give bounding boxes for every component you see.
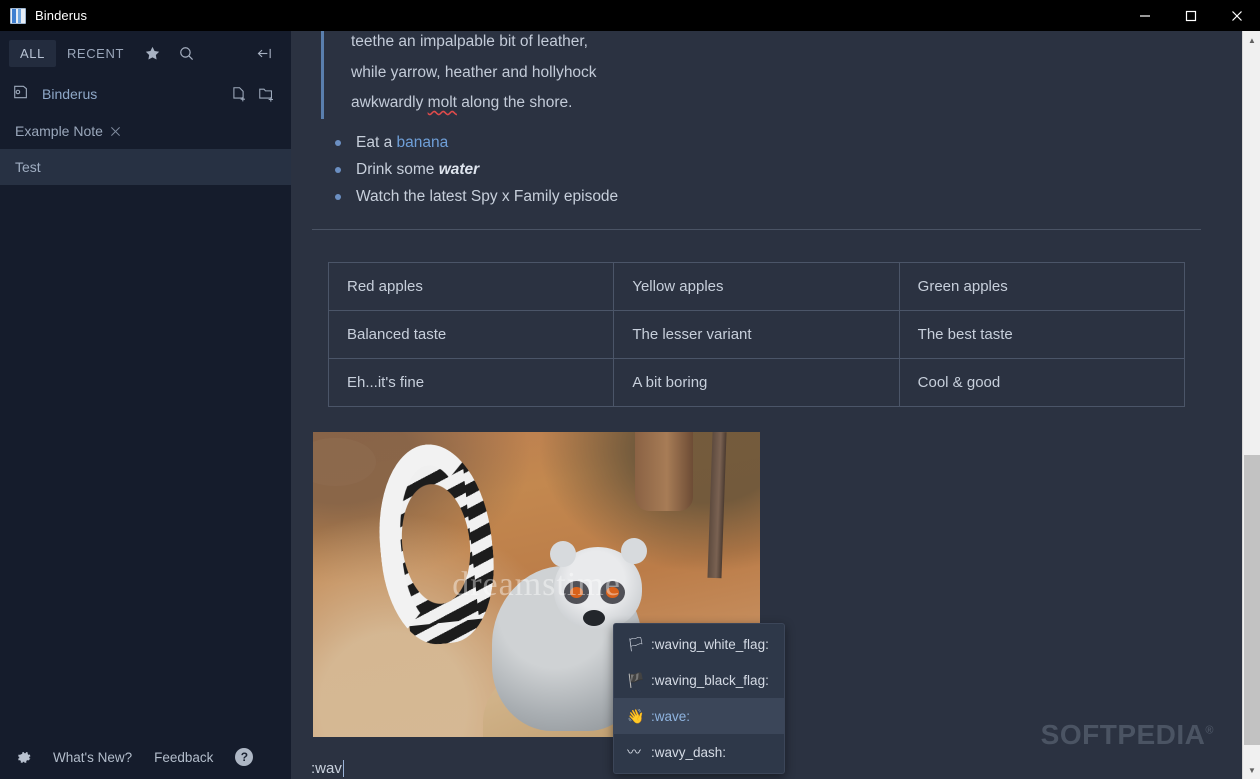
sidebar-tab-all[interactable]: ALL bbox=[9, 39, 56, 67]
search-icon[interactable] bbox=[169, 38, 203, 68]
emoji-autocomplete-popup[interactable]: 🏳 :waving_white_flag: 🏴 :waving_black_fl… bbox=[613, 623, 785, 774]
binder-icon bbox=[10, 7, 26, 24]
blockquote-line-3: awkwardly molt along the shore. bbox=[351, 94, 573, 111]
list-item: Drink some water bbox=[333, 156, 1202, 183]
softpedia-watermark-mark: ® bbox=[1205, 724, 1214, 737]
text-caret bbox=[342, 760, 344, 777]
softpedia-watermark-text: SOFTPEDIA bbox=[1040, 719, 1206, 750]
note-text-input-value: :wav bbox=[311, 760, 342, 777]
lemur-tail bbox=[369, 438, 503, 649]
wavy-dash-icon: 〰 bbox=[627, 744, 641, 760]
wave-icon: 👋 bbox=[627, 707, 645, 724]
waving-black-flag-icon: 🏴 bbox=[627, 671, 645, 688]
lemur-eye-left bbox=[570, 587, 584, 599]
vertical-scrollbar[interactable]: ▲ ▼ bbox=[1242, 31, 1260, 779]
close-button[interactable] bbox=[1214, 0, 1260, 31]
sidebar-folder-name: Binderus bbox=[42, 86, 98, 102]
new-folder-icon[interactable] bbox=[252, 80, 280, 108]
misspelled-word: molt bbox=[427, 94, 457, 111]
table-row: Eh...it's fine A bit boring Cool & good bbox=[327, 357, 1186, 407]
scroll-down-button[interactable]: ▼ bbox=[1243, 761, 1260, 779]
feedback-link[interactable]: Feedback bbox=[154, 750, 213, 765]
scrollbar-thumb[interactable] bbox=[1244, 455, 1260, 745]
blockquote-line-2: while yarrow, heather and hollyhock bbox=[351, 63, 597, 81]
softpedia-watermark: SOFTPEDIA® bbox=[1041, 719, 1214, 751]
emoji-option-label: :wave: bbox=[651, 708, 691, 724]
help-icon[interactable]: ? bbox=[235, 748, 254, 766]
water-emphasis: water bbox=[438, 160, 480, 178]
sidebar-tab-all-label: ALL bbox=[20, 45, 45, 61]
table-cell: Green apples bbox=[898, 261, 1186, 311]
blockquote-line-1: teethe an impalpable bit of leather, bbox=[351, 33, 588, 50]
emoji-option-wavy-dash[interactable]: 〰 :wavy_dash: bbox=[614, 734, 784, 770]
minimize-button[interactable] bbox=[1122, 0, 1168, 31]
table-cell: The lesser variant bbox=[613, 309, 900, 359]
sidebar: ALL RECENT Binderus Example Note Test Wh… bbox=[0, 31, 291, 779]
table-cell: Red apples bbox=[327, 261, 615, 311]
photo-post bbox=[707, 431, 727, 579]
whats-new-link[interactable]: What's New? bbox=[53, 750, 132, 765]
table-cell: Eh...it's fine bbox=[327, 357, 615, 407]
sidebar-folder-row[interactable]: Binderus bbox=[0, 75, 291, 113]
table-cell: The best taste bbox=[898, 309, 1186, 359]
sidebar-footer: What's New? Feedback ? bbox=[0, 735, 291, 779]
bullet-list: Eat a banana Drink some water Watch the … bbox=[321, 129, 1202, 210]
photo-rock-left bbox=[313, 437, 376, 487]
scroll-up-button[interactable]: ▲ bbox=[1243, 31, 1260, 49]
open-note-tab[interactable]: Example Note bbox=[0, 113, 291, 149]
emoji-option-label: :waving_white_flag: bbox=[651, 636, 769, 652]
collapse-sidebar-icon[interactable] bbox=[247, 38, 281, 68]
note-editor[interactable]: teethe an impalpable bit of leather, whi… bbox=[291, 31, 1242, 779]
horizontal-rule bbox=[312, 228, 1201, 230]
list-item-text: Eat a bbox=[356, 133, 397, 151]
list-item: Eat a banana bbox=[333, 129, 1202, 156]
new-note-icon[interactable] bbox=[224, 80, 252, 108]
list-item-text: Watch the latest Spy x Family episode bbox=[356, 187, 619, 205]
gear-icon[interactable] bbox=[16, 749, 33, 766]
table-row: Balanced taste The lesser variant The be… bbox=[327, 309, 1186, 359]
title-bar: Binderus bbox=[0, 0, 1260, 31]
window-title: Binderus bbox=[35, 8, 88, 23]
emoji-option-label: :waving_black_flag: bbox=[651, 672, 769, 688]
blockquote: teethe an impalpable bit of leather, whi… bbox=[321, 31, 1202, 119]
sidebar-tab-recent[interactable]: RECENT bbox=[56, 40, 135, 67]
lemur-ear-right bbox=[621, 538, 648, 565]
waving-white-flag-icon: 🏳 bbox=[627, 635, 645, 652]
table-cell: Yellow apples bbox=[613, 261, 900, 311]
note-text-input[interactable]: :wav bbox=[311, 760, 344, 777]
lemur-eye-right bbox=[605, 587, 619, 599]
emoji-option-wave[interactable]: 👋 :wave: bbox=[614, 698, 784, 734]
table-row: Red apples Yellow apples Green apples bbox=[327, 261, 1186, 311]
list-item: Watch the latest Spy x Family episode bbox=[333, 183, 1202, 210]
photo-stump bbox=[634, 431, 693, 511]
apples-table: Red apples Yellow apples Green apples Ba… bbox=[327, 261, 1186, 407]
table-cell: A bit boring bbox=[613, 357, 900, 407]
open-note-tab-label: Example Note bbox=[15, 123, 103, 139]
note-list-item-label: Test bbox=[15, 159, 41, 175]
emoji-option-waving-white-flag[interactable]: 🏳 :waving_white_flag: bbox=[614, 626, 784, 662]
close-note-tab-icon[interactable] bbox=[110, 126, 121, 137]
emoji-option-waving-black-flag[interactable]: 🏴 :waving_black_flag: bbox=[614, 662, 784, 698]
sidebar-toolbar: ALL RECENT bbox=[0, 31, 291, 75]
emoji-option-label: :wavy_dash: bbox=[651, 744, 727, 760]
list-item-text: Drink some bbox=[356, 160, 439, 178]
table-cell: Balanced taste bbox=[327, 309, 615, 359]
banana-link[interactable]: banana bbox=[397, 134, 449, 151]
favorites-star-icon[interactable] bbox=[135, 38, 169, 68]
maximize-button[interactable] bbox=[1168, 0, 1214, 31]
note-list-item-test[interactable]: Test bbox=[0, 149, 291, 185]
sidebar-tab-recent-label: RECENT bbox=[66, 45, 124, 61]
binder-folder-icon bbox=[13, 84, 31, 105]
app-window: Binderus ALL RECENT Binderus Example Not… bbox=[0, 0, 1260, 779]
table-cell: Cool & good bbox=[898, 357, 1186, 407]
